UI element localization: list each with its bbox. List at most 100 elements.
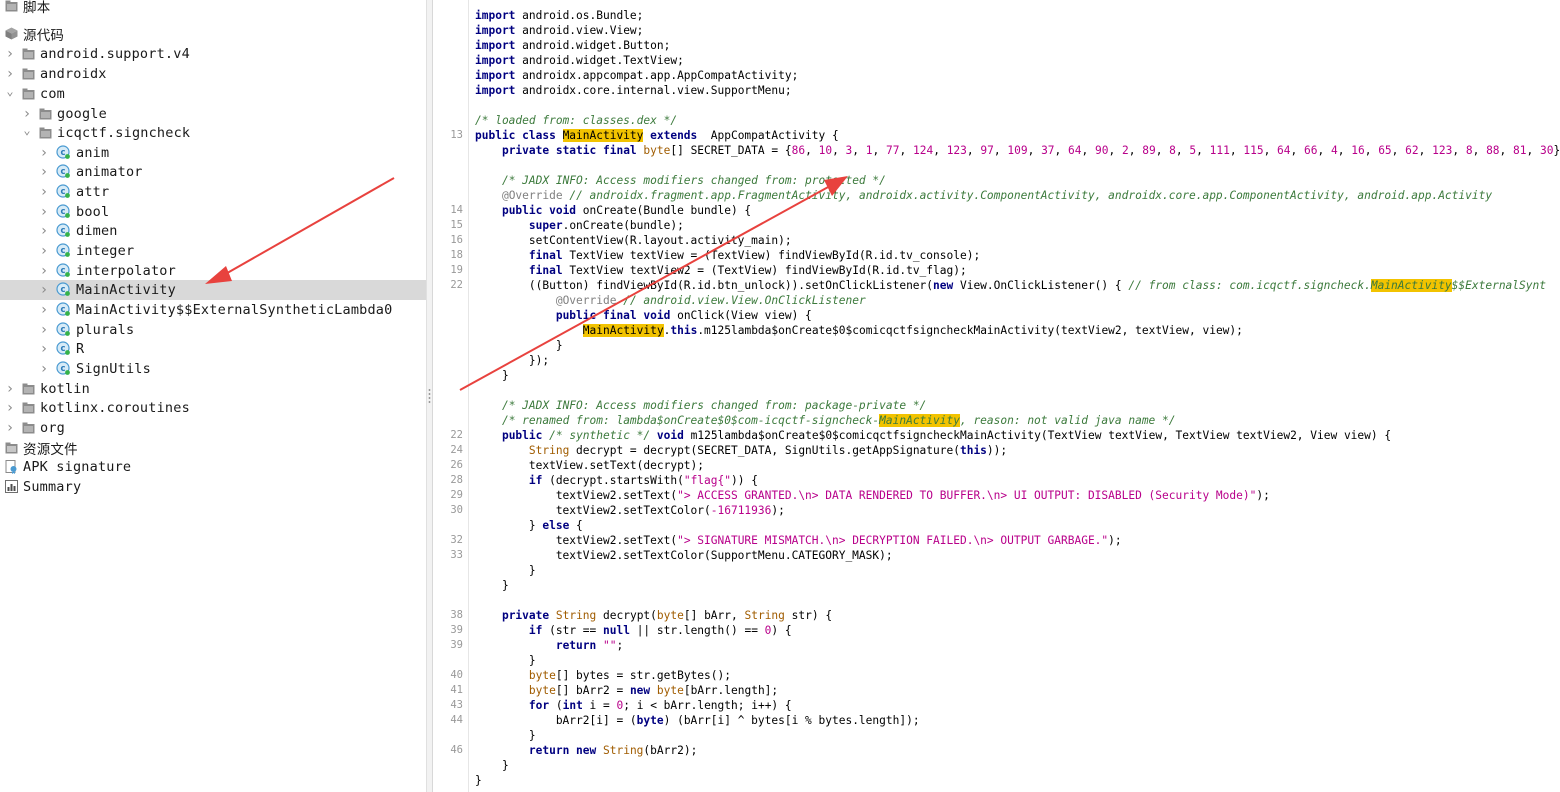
chevron-right-icon[interactable]: › [39, 282, 49, 298]
tree-item-signutils[interactable]: › c SignUtils [0, 359, 426, 379]
summary-icon [5, 480, 18, 494]
tree-item-label: bool [76, 203, 110, 220]
tree-item-1[interactable]: 源代码 [0, 24, 426, 44]
tree-item-apk-signature[interactable]: APK signature [0, 457, 426, 477]
tree-item-interpolator[interactable]: › c interpolator [0, 261, 426, 281]
tree-item-integer[interactable]: › c integer [0, 241, 426, 261]
svg-text:c: c [60, 325, 65, 335]
chevron-right-icon[interactable]: › [5, 420, 15, 436]
code-token: super [528, 219, 563, 232]
code-token: setContentView(R.layout.activity_main); [475, 234, 792, 247]
code-text: } else { [475, 518, 583, 533]
tree-item-kotlinx-coroutines[interactable]: › kotlinx.coroutines [0, 398, 426, 418]
folder-icon [39, 108, 52, 120]
tree-item-icqctf-signcheck[interactable]: ⌄ icqctf.signcheck [0, 123, 426, 143]
code-text: /* JADX INFO: Access modifiers changed f… [475, 173, 886, 188]
code-token: , [899, 144, 913, 157]
chevron-right-icon[interactable]: › [39, 164, 49, 180]
code-token: textView2.setText( [475, 489, 678, 502]
tree-item-mainactivity-externalsyntheticlambda0[interactable]: › c MainActivity$$ExternalSyntheticLambda0 [0, 300, 426, 320]
line-number: 16 [450, 234, 463, 246]
code-token: [] bytes = str.getBytes(); [555, 669, 731, 682]
code-token: this [670, 324, 698, 337]
chevron-right-icon[interactable]: › [5, 381, 15, 397]
splitter-grip-icon[interactable] [428, 388, 431, 404]
class-icon: c [56, 243, 71, 258]
code-token: } [475, 339, 563, 352]
chevron-down-icon[interactable]: ⌄ [22, 123, 32, 137]
code-token: || str.length() == [629, 624, 765, 637]
chevron-right-icon[interactable]: › [39, 361, 49, 377]
chevron-right-icon[interactable]: › [5, 46, 15, 62]
code-text: textView2.setTextColor(SupportMenu.CATEG… [475, 548, 893, 563]
tree-item-summary[interactable]: Summary [0, 477, 426, 497]
chevron-right-icon[interactable]: › [5, 400, 15, 416]
tree-item-label: integer [76, 242, 135, 259]
code-token: void [656, 429, 684, 442]
svg-text:c: c [60, 167, 65, 177]
chevron-right-icon[interactable]: › [39, 145, 49, 161]
code-token: /* synthetic */ [549, 429, 651, 442]
chevron-right-icon[interactable]: › [39, 204, 49, 220]
code-token: 109 [1007, 144, 1028, 157]
code-token: , [1175, 144, 1190, 157]
code-token: TextView textView2 = (TextView) findView… [562, 264, 967, 277]
tree-item-label: kotlinx.coroutines [40, 399, 190, 416]
tree-item-0[interactable]: 脚本 [0, 0, 426, 16]
code-token: decrypt = decrypt(SECRET_DATA, SignUtils… [569, 444, 960, 457]
chevron-right-icon[interactable]: › [39, 263, 49, 279]
chevron-down-icon[interactable]: ⌄ [5, 84, 15, 98]
code-token: private [501, 609, 550, 622]
code-token: bArr2[i] = ( [475, 714, 637, 727]
line-number: 15 [450, 219, 463, 231]
code-token: public final void [555, 309, 671, 322]
chevron-right-icon[interactable]: › [39, 184, 49, 200]
panel-splitter[interactable] [426, 0, 433, 792]
code-text: final TextView textView = (TextView) fin… [475, 248, 980, 263]
tree-item-attr[interactable]: › c attr [0, 182, 426, 202]
search-highlight: MainActivity [879, 414, 960, 427]
tree-item-plurals[interactable]: › c plurals [0, 320, 426, 340]
code-token: , [1155, 144, 1170, 157]
tree-item-animator[interactable]: › c animator [0, 162, 426, 182]
tree-item-com[interactable]: ⌄ com [0, 84, 426, 104]
tree-item-android-support-v4[interactable]: › android.support.v4 [0, 44, 426, 64]
tree-item-mainactivity[interactable]: › c MainActivity [0, 280, 426, 300]
code-text: MainActivity.this.m125lambda$onCreate$0$… [475, 323, 1243, 338]
code-token: final [528, 249, 563, 262]
tree-item-androidx[interactable]: › androidx [0, 64, 426, 84]
code-token: , reason: not valid java name */ [959, 414, 1176, 427]
tree-item-google[interactable]: › google [0, 104, 426, 124]
tree-item-dimen[interactable]: › c dimen [0, 221, 426, 241]
code-token: import [475, 9, 516, 22]
chevron-right-icon[interactable]: › [22, 106, 32, 122]
tree-item-anim[interactable]: › c anim [0, 143, 426, 163]
chevron-right-icon[interactable]: › [39, 341, 49, 357]
code-text: byte[] bArr2 = new byte[bArr.length]; [475, 683, 778, 698]
code-text: } [475, 773, 482, 788]
chevron-right-icon[interactable]: › [39, 223, 49, 239]
code-token: , [1418, 144, 1433, 157]
code-token: { [569, 519, 583, 532]
code-token: ) { [771, 624, 792, 637]
chevron-right-icon[interactable]: › [5, 66, 15, 82]
project-tree[interactable]: 脚本 源代码 › android.support.v4 › androidx ⌄ com › go… [0, 0, 426, 792]
tree-item-kotlin[interactable]: › kotlin [0, 379, 426, 399]
tree-item-bool[interactable]: › c bool [0, 202, 426, 222]
svg-text:c: c [60, 364, 65, 374]
tree-item-r[interactable]: › c R [0, 339, 426, 359]
chevron-right-icon[interactable]: › [39, 322, 49, 338]
tree-item-22[interactable]: 资源文件 [0, 438, 426, 458]
code-editor[interactable]: import android.os.Bundle; import android.… [433, 0, 1560, 792]
tree-item-label: androidx [40, 65, 107, 82]
chevron-right-icon[interactable]: › [39, 302, 49, 318]
tree-item-org[interactable]: › org [0, 418, 426, 438]
code-text: import android.os.Bundle; [475, 8, 643, 23]
chevron-right-icon[interactable]: › [39, 243, 49, 259]
code-text: public void onCreate(Bundle bundle) { [475, 203, 751, 218]
